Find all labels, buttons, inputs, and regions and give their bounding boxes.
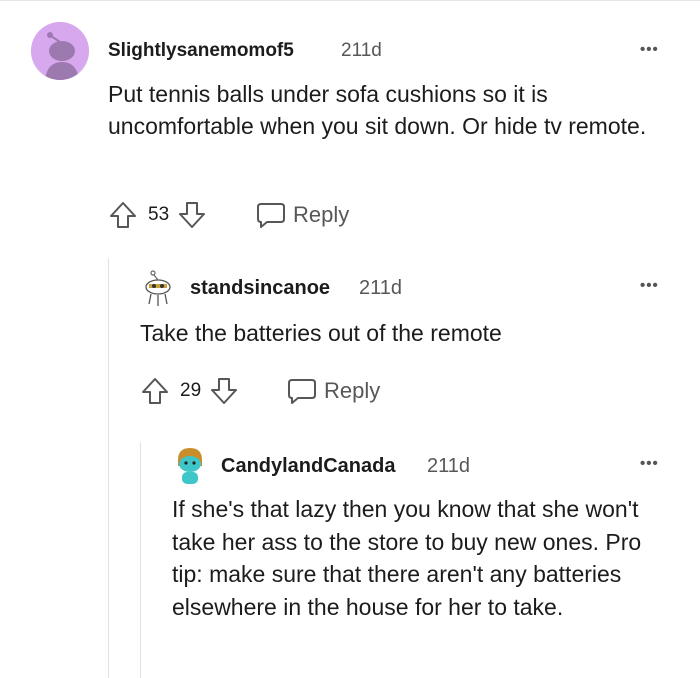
comment-body: Put tennis balls under sofa cushions so … [108, 81, 647, 139]
more-options-button[interactable]: ••• [640, 278, 659, 293]
reply-button[interactable]: Reply [286, 376, 380, 406]
snoo-avatar-icon [145, 270, 171, 306]
downvote-icon[interactable] [209, 376, 239, 406]
comment-body: If she's that lazy then you know that sh… [172, 496, 642, 620]
top-divider [0, 0, 700, 1]
comment-age[interactable]: 211d [341, 40, 382, 62]
comment-body: Take the batteries out of the remote [140, 320, 502, 346]
thread-line[interactable] [108, 258, 109, 678]
user-avatar[interactable] [140, 268, 176, 308]
vote-bar: 53 [108, 200, 207, 230]
downvote-icon[interactable] [177, 200, 207, 230]
comment-username[interactable]: standsincanoe [190, 277, 330, 300]
comment-username[interactable]: CandylandCanada [221, 455, 395, 478]
comment-bubble-icon [286, 376, 318, 406]
comment-age[interactable]: 211d [427, 455, 470, 478]
comment-age[interactable]: 211d [359, 277, 402, 300]
more-options-button[interactable]: ••• [640, 42, 659, 57]
vote-count: 53 [148, 204, 170, 225]
user-avatar[interactable] [172, 444, 208, 486]
upvote-icon[interactable] [140, 376, 170, 406]
more-options-button[interactable]: ••• [640, 456, 659, 471]
upvote-icon[interactable] [108, 200, 138, 230]
vote-count: 29 [180, 380, 202, 401]
reply-button[interactable]: Reply [255, 200, 349, 230]
reply-label: Reply [324, 378, 381, 403]
thread-line[interactable] [140, 442, 141, 678]
comment-bubble-icon [255, 200, 287, 230]
user-avatar[interactable] [31, 22, 89, 80]
snoo-avatar-icon [178, 448, 202, 484]
snoo-avatar-icon [31, 22, 89, 80]
reply-label: Reply [293, 202, 350, 227]
vote-bar: 29 [140, 376, 239, 406]
comment-username[interactable]: Slightlysanemomof5 [108, 40, 294, 62]
